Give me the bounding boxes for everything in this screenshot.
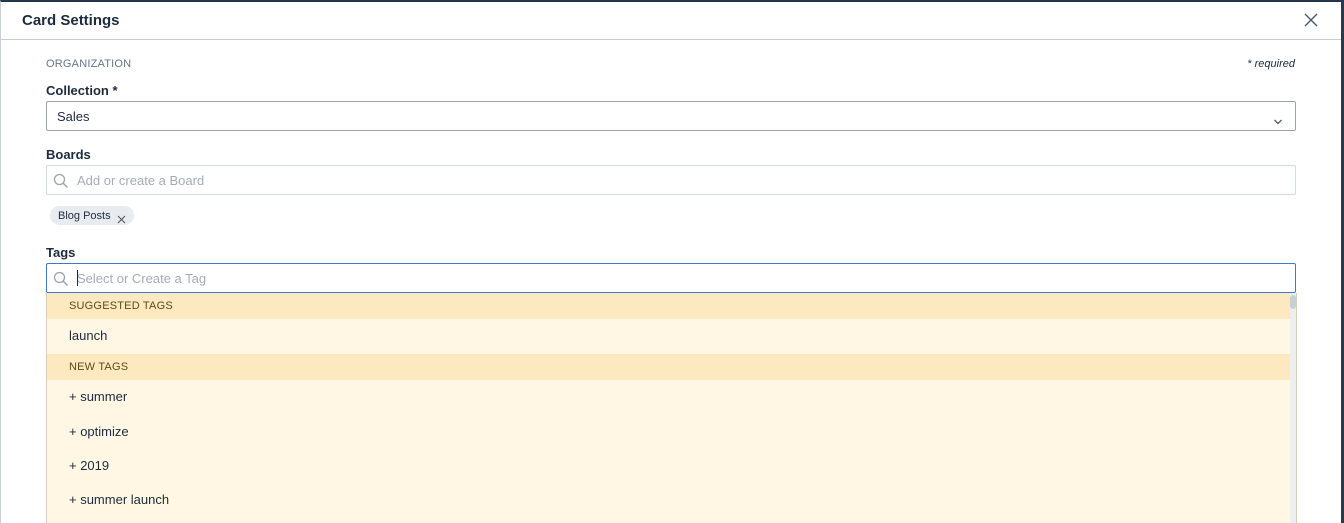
suggested-tags-header: SUGGESTED TAGS — [47, 293, 1291, 319]
collection-value: Sales — [57, 109, 90, 124]
dropdown-scrollbar[interactable] — [1290, 293, 1296, 523]
modal-title: Card Settings — [22, 12, 120, 29]
tag-option-2019[interactable]: + 2019 — [47, 450, 1291, 482]
section-label-organization: ORGANIZATION — [46, 58, 132, 70]
boards-search-box — [46, 165, 1296, 195]
modal-header: Card Settings — [1, 2, 1341, 40]
close-icon[interactable] — [1303, 12, 1319, 28]
chevron-down-icon — [1273, 113, 1283, 125]
tag-option-launch[interactable]: launch — [47, 320, 1291, 352]
board-chip: Blog Posts — [50, 206, 134, 225]
collection-select[interactable]: Sales — [46, 101, 1296, 131]
tag-option-optimize[interactable]: + optimize — [47, 416, 1291, 448]
board-chip-label: Blog Posts — [58, 209, 111, 222]
tag-option-summer-launch[interactable]: + summer launch — [47, 484, 1291, 516]
close-icon[interactable] — [117, 211, 126, 224]
tags-dropdown: SUGGESTED TAGS launch NEW TAGS + summer … — [46, 293, 1297, 523]
tags-search-box — [46, 263, 1296, 293]
search-icon — [53, 173, 69, 189]
boards-label: Boards — [46, 147, 91, 162]
boards-search-input[interactable] — [77, 170, 1277, 190]
scrollbar-thumb[interactable] — [1290, 295, 1296, 309]
new-tags-header: NEW TAGS — [47, 354, 1291, 380]
collection-label: Collection * — [46, 83, 118, 98]
search-icon — [53, 271, 69, 287]
tags-label: Tags — [46, 245, 76, 260]
tags-search-input[interactable] — [77, 268, 1277, 288]
tag-option-summer[interactable]: + summer — [47, 381, 1291, 413]
card-settings-modal: Card Settings ORGANIZATION * required Co… — [0, 0, 1341, 523]
required-note: * required — [1247, 58, 1295, 70]
text-caret — [77, 270, 78, 286]
